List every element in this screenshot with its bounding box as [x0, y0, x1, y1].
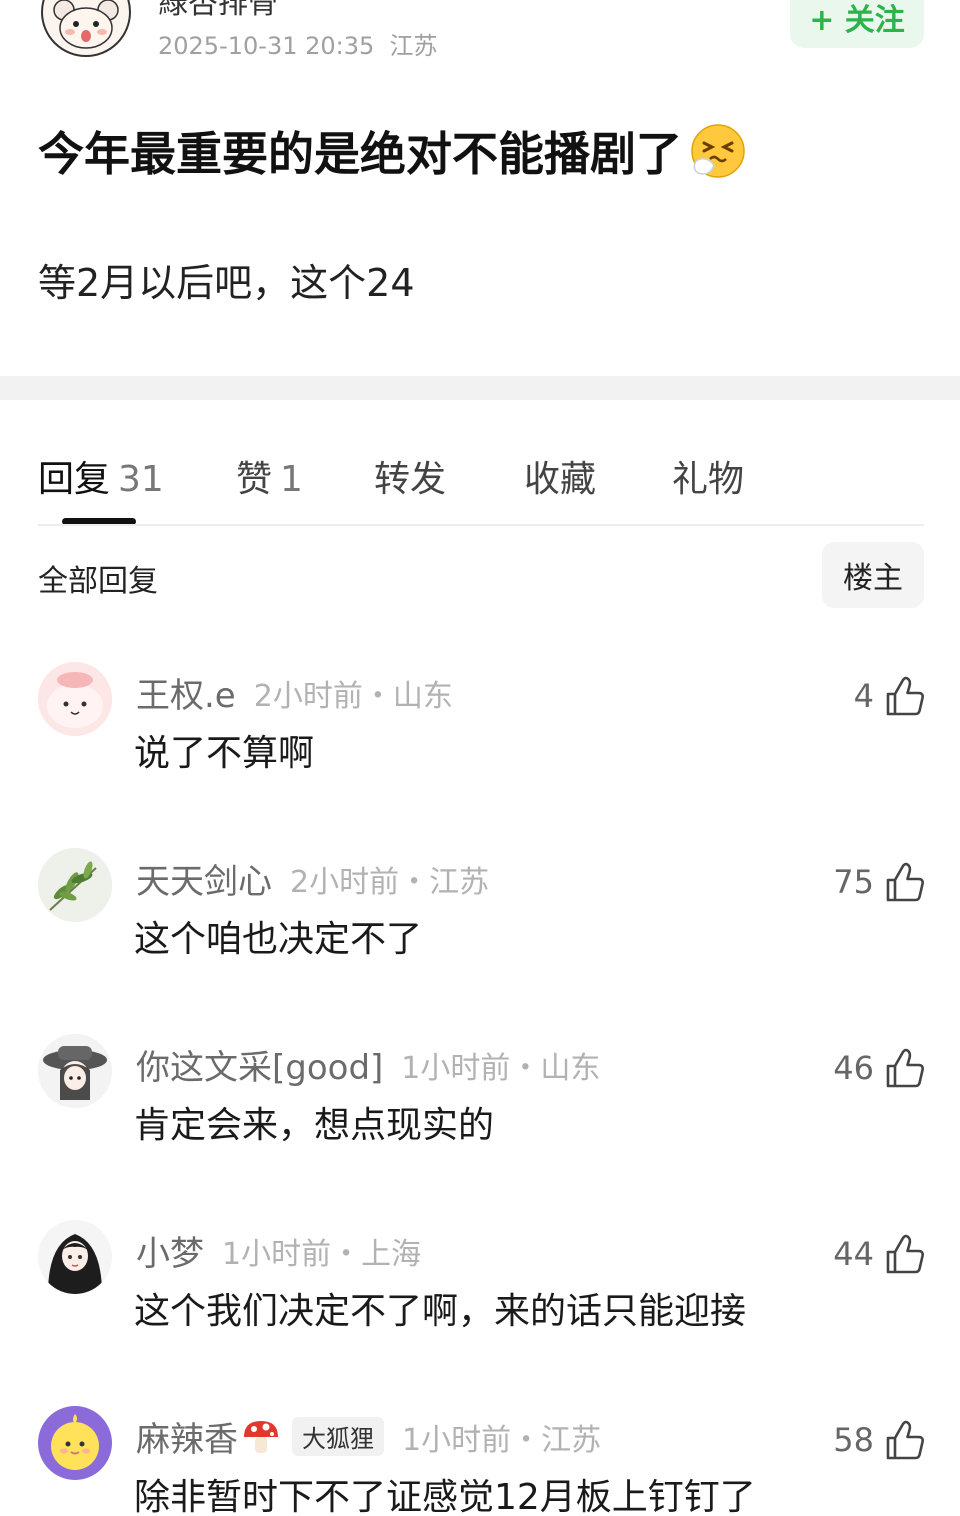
commenter-name[interactable]: 你这文采[good] [136, 1040, 383, 1089]
commenter-name[interactable]: 王权.e [136, 668, 236, 717]
anime-girl-avatar[interactable] [38, 1220, 112, 1294]
thumbs-up-icon [886, 1420, 924, 1460]
fan-badge-tag[interactable]: 大狐狸 [292, 1417, 384, 1456]
tab-gifts[interactable]: 礼物 [672, 450, 744, 502]
comment-text[interactable]: 这个咱也决定不了 [134, 910, 422, 962]
op-only-filter-button[interactable]: 楼主 [822, 542, 924, 608]
yellow-chick-avatar[interactable] [38, 1406, 112, 1480]
tab-reposts[interactable]: 转发 [374, 450, 446, 502]
comment-item: 麻辣香 大狐狸 1小时前・江苏 除非暂时下不了证感觉12月板上钉钉了 58 [0, 1406, 960, 1516]
tab-favorites-label: 收藏 [524, 459, 597, 500]
comment-item: 你这文采[good] 1小时前・山东 肯定会来，想点现实的 46 [0, 1034, 960, 1174]
section-divider [0, 376, 960, 400]
like-count: 58 [833, 1421, 874, 1459]
like-button[interactable]: 75 [800, 854, 924, 910]
comment-item: 天天剑心 2小时前・江苏 这个咱也决定不了 75 [0, 848, 960, 988]
follow-button[interactable]: + 关注 [790, 0, 924, 48]
like-button[interactable]: 44 [800, 1226, 924, 1282]
like-button[interactable]: 58 [800, 1412, 924, 1468]
sneezing-face-icon [688, 121, 748, 181]
comment-meta: 2小时前・江苏 [290, 864, 490, 900]
like-count: 44 [833, 1235, 874, 1273]
post-header: 綠杏排骨 2025-10-31 20:35 江苏 + 关注 [0, 0, 960, 80]
comment-item: 小梦 1小时前・上海 这个我们决定不了啊，来的话只能迎接 44 [0, 1220, 960, 1360]
post-location: 江苏 [389, 32, 438, 60]
like-count: 46 [833, 1049, 874, 1087]
comment-header: 麻辣香 大狐狸 1小时前・江苏 [136, 1412, 601, 1461]
tab-likes-label: 赞 [236, 459, 273, 500]
tab-favorites[interactable]: 收藏 [524, 450, 596, 502]
comment-text[interactable]: 说了不算啊 [134, 724, 314, 776]
commenter-name[interactable]: 天天剑心 [136, 854, 272, 903]
comment-meta: 1小时前・上海 [222, 1236, 422, 1272]
tab-replies[interactable]: 回复 31 [38, 450, 164, 502]
comment-item: 王权.e 2小时前・山东 说了不算啊 4 [0, 662, 960, 802]
tab-replies-label: 回复 [38, 459, 111, 500]
post-title: 今年最重要的是绝对不能播剧了 [38, 118, 748, 184]
like-button[interactable]: 4 [800, 668, 924, 724]
comment-text[interactable]: 肯定会来，想点现实的 [134, 1096, 494, 1148]
tab-likes[interactable]: 赞1 [236, 450, 303, 502]
comment-header: 你这文采[good] 1小时前・山东 [136, 1040, 600, 1089]
mushroom-icon [240, 1417, 282, 1457]
tab-bar: 回复 31 赞1 转发 收藏 礼物 [0, 440, 960, 526]
post-meta: 2025-10-31 20:35 江苏 [158, 26, 438, 61]
thumbs-up-icon [886, 862, 924, 902]
post-title-text: 今年最重要的是绝对不能播剧了 [38, 127, 682, 181]
like-count: 4 [853, 677, 874, 715]
pink-cat-avatar[interactable] [38, 662, 112, 736]
tab-likes-count: 1 [280, 459, 303, 500]
thumbs-up-icon [886, 1048, 924, 1088]
comment-meta: 1小时前・江苏 [402, 1422, 602, 1458]
commenter-name[interactable]: 麻辣香 [136, 1412, 238, 1461]
comment-text[interactable]: 除非暂时下不了证感觉12月板上钉钉了 [134, 1468, 756, 1516]
tabs-underline [38, 524, 924, 526]
like-button[interactable]: 46 [800, 1040, 924, 1096]
thumbs-up-icon [886, 676, 924, 716]
comment-text[interactable]: 这个我们决定不了啊，来的话只能迎接 [134, 1282, 746, 1334]
tab-reposts-label: 转发 [374, 459, 447, 500]
like-count: 75 [833, 863, 874, 901]
comment-header: 天天剑心 2小时前・江苏 [136, 854, 489, 903]
post-timestamp: 2025-10-31 20:35 [158, 32, 375, 60]
tab-gifts-label: 礼物 [672, 459, 745, 500]
post-body: 等2月以后吧，这个24 [38, 261, 415, 305]
tab-replies-count: 31 [118, 459, 164, 500]
comment-meta: 2小时前・山东 [253, 678, 453, 714]
comment-meta: 1小时前・山东 [401, 1050, 601, 1086]
author-avatar[interactable] [36, 0, 136, 64]
all-replies-title: 全部回复 [38, 564, 158, 599]
commenter-name[interactable]: 小梦 [136, 1226, 204, 1275]
plant-avatar[interactable] [38, 848, 112, 922]
thumbs-up-icon [886, 1234, 924, 1274]
author-name[interactable]: 綠杏排骨 [158, 0, 278, 22]
comment-header: 王权.e 2小时前・山东 [136, 668, 453, 717]
hat-girl-avatar[interactable] [38, 1034, 112, 1108]
comment-header: 小梦 1小时前・上海 [136, 1226, 421, 1275]
